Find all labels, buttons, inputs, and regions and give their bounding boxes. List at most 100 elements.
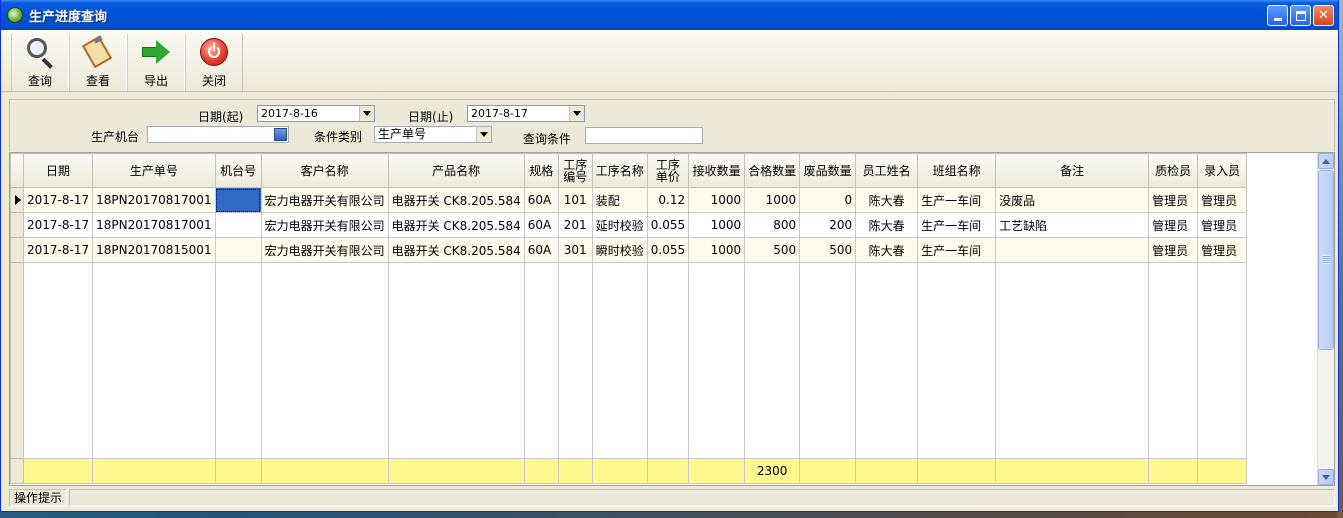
cell-remark[interactable] bbox=[995, 237, 1150, 263]
col-header-scrap-qty[interactable]: 废品数量 bbox=[799, 153, 857, 188]
cell-date[interactable]: 2017-8-17 bbox=[22, 187, 94, 213]
cell-spec[interactable]: 60A bbox=[523, 237, 559, 263]
date-start-picker[interactable]: 2017-8-16 bbox=[257, 105, 375, 122]
chevron-down-icon[interactable] bbox=[359, 106, 374, 121]
cell-customer[interactable]: 宏力电器开关有限公司 bbox=[260, 212, 389, 238]
col-header-customer[interactable]: 客户名称 bbox=[260, 153, 389, 188]
cell-unit-price[interactable]: 0.055 bbox=[646, 212, 690, 238]
col-header-inspector[interactable]: 质检员 bbox=[1148, 153, 1199, 188]
date-end-picker[interactable]: 2017-8-17 bbox=[467, 105, 585, 122]
cell-inspector[interactable]: 管理员 bbox=[1148, 237, 1199, 263]
cell-entered-by[interactable]: 管理员 bbox=[1197, 187, 1248, 213]
cell-remark[interactable]: 没废品 bbox=[995, 187, 1150, 213]
cell-machine-no[interactable] bbox=[214, 212, 262, 238]
cell-product[interactable]: 电器开关 CK8.205.584 bbox=[387, 187, 525, 213]
cell-customer[interactable]: 宏力电器开关有限公司 bbox=[260, 187, 389, 213]
cell-team[interactable]: 生产一车间 bbox=[917, 187, 997, 213]
cell-inspector[interactable]: 管理员 bbox=[1148, 187, 1199, 213]
col-header-team[interactable]: 班组名称 bbox=[917, 153, 997, 188]
col-header-received-qty[interactable]: 接收数量 bbox=[688, 153, 746, 188]
minimize-button[interactable] bbox=[1267, 5, 1288, 26]
cell-received-qty[interactable]: 1000 bbox=[688, 237, 746, 263]
col-header-employee[interactable]: 员工姓名 bbox=[855, 153, 919, 188]
row-indicator[interactable] bbox=[10, 237, 24, 263]
table-row[interactable]: 2017-8-17 18PN20170815001 宏力电器开关有限公司 电器开… bbox=[10, 237, 1248, 263]
table-row[interactable]: 2017-8-17 18PN20170817001 宏力电器开关有限公司 电器开… bbox=[10, 212, 1248, 238]
cell-order-no[interactable]: 18PN20170817001 bbox=[92, 212, 216, 238]
cell-employee[interactable]: 陈大春 bbox=[855, 187, 919, 213]
picker-icon[interactable] bbox=[274, 128, 287, 141]
cell-unit-price[interactable]: 0.055 bbox=[646, 237, 690, 263]
cell-scrap-qty[interactable]: 500 bbox=[799, 237, 857, 263]
maximize-button[interactable] bbox=[1290, 5, 1311, 26]
cell-order-no[interactable]: 18PN20170817001 bbox=[92, 187, 216, 213]
cell-team[interactable]: 生产一车间 bbox=[917, 237, 997, 263]
cell-process-name[interactable]: 瞬时校验 bbox=[591, 237, 648, 263]
col-header-process-name[interactable]: 工序名称 bbox=[591, 153, 648, 188]
cell-qualified-qty[interactable]: 500 bbox=[744, 237, 801, 263]
cell-qualified-qty[interactable]: 1000 bbox=[744, 187, 801, 213]
scroll-up-button[interactable] bbox=[1318, 153, 1334, 169]
col-header-process-no[interactable]: 工序 编号 bbox=[557, 153, 593, 188]
cell-scrap-qty[interactable]: 200 bbox=[799, 212, 857, 238]
cell-remark[interactable]: 工艺缺陷 bbox=[995, 212, 1150, 238]
vertical-scrollbar[interactable] bbox=[1317, 153, 1334, 485]
close-button[interactable]: 关闭 bbox=[185, 34, 243, 91]
view-button[interactable]: 查看 bbox=[69, 34, 127, 91]
total-cell bbox=[523, 458, 559, 484]
cell-machine-no[interactable] bbox=[214, 187, 262, 213]
cell-employee[interactable]: 陈大春 bbox=[855, 237, 919, 263]
col-header-qualified-qty[interactable]: 合格数量 bbox=[744, 153, 801, 188]
scroll-down-button[interactable] bbox=[1318, 469, 1334, 485]
cell-product[interactable]: 电器开关 CK8.205.584 bbox=[387, 212, 525, 238]
cell-employee[interactable]: 陈大春 bbox=[855, 212, 919, 238]
cell-team[interactable]: 生产一车间 bbox=[917, 212, 997, 238]
col-header-remark[interactable]: 备注 bbox=[995, 153, 1150, 188]
cell-spec[interactable]: 60A bbox=[523, 187, 559, 213]
cell-spec[interactable]: 60A bbox=[523, 212, 559, 238]
cell-scrap-qty[interactable]: 0 bbox=[799, 187, 857, 213]
cell-entered-by[interactable]: 管理员 bbox=[1197, 237, 1248, 263]
cell-inspector[interactable]: 管理员 bbox=[1148, 212, 1199, 238]
grip-icon bbox=[1323, 255, 1330, 264]
row-indicator[interactable] bbox=[10, 212, 24, 238]
cell-date[interactable]: 2017-8-17 bbox=[22, 237, 94, 263]
col-header-product[interactable]: 产品名称 bbox=[387, 153, 525, 188]
cell-date[interactable]: 2017-8-17 bbox=[22, 212, 94, 238]
close-window-button[interactable]: ✕ bbox=[1313, 5, 1334, 26]
table-row[interactable]: 2017-8-17 18PN20170817001 宏力电器开关有限公司 电器开… bbox=[10, 187, 1248, 213]
cell-process-name[interactable]: 延时校验 bbox=[591, 212, 648, 238]
export-button[interactable]: 导出 bbox=[127, 34, 185, 91]
col-header-date[interactable]: 日期 bbox=[22, 153, 94, 188]
cell-process-no[interactable]: 301 bbox=[557, 237, 593, 263]
chevron-down-icon[interactable] bbox=[569, 106, 584, 121]
condition-type-value: 生产单号 bbox=[378, 127, 427, 141]
cell-entered-by[interactable]: 管理员 bbox=[1197, 212, 1248, 238]
col-header-machine-no[interactable]: 机台号 bbox=[214, 153, 262, 188]
title-bar[interactable]: 生产进度查询 ✕ bbox=[1, 0, 1338, 30]
cell-process-no[interactable]: 201 bbox=[557, 212, 593, 238]
chevron-down-icon[interactable] bbox=[476, 127, 491, 142]
col-header-spec[interactable]: 规格 bbox=[523, 153, 559, 188]
condition-input[interactable] bbox=[585, 127, 703, 144]
col-header-order-no[interactable]: 生产单号 bbox=[92, 153, 216, 188]
cell-received-qty[interactable]: 1000 bbox=[688, 212, 746, 238]
cell-customer[interactable]: 宏力电器开关有限公司 bbox=[260, 237, 389, 263]
data-grid[interactable]: 日期 生产单号 机台号 客户名称 产品名称 规格 工序 编号 工序名称 工序 单价 … bbox=[9, 152, 1335, 486]
query-button[interactable]: 查询 bbox=[11, 34, 69, 91]
cell-received-qty[interactable]: 1000 bbox=[688, 187, 746, 213]
col-header-entered-by[interactable]: 录入员 bbox=[1197, 153, 1248, 188]
empty-cell bbox=[917, 262, 997, 459]
cell-qualified-qty[interactable]: 800 bbox=[744, 212, 801, 238]
machine-input[interactable] bbox=[147, 126, 289, 143]
scroll-thumb[interactable] bbox=[1318, 170, 1334, 350]
cell-process-name[interactable]: 装配 bbox=[591, 187, 648, 213]
cell-machine-no[interactable] bbox=[214, 237, 262, 263]
cell-order-no[interactable]: 18PN20170815001 bbox=[92, 237, 216, 263]
cell-unit-price[interactable]: 0.12 bbox=[646, 187, 690, 213]
condition-type-select[interactable]: 生产单号 bbox=[374, 126, 492, 143]
cell-product[interactable]: 电器开关 CK8.205.584 bbox=[387, 237, 525, 263]
cell-process-no[interactable]: 101 bbox=[557, 187, 593, 213]
row-indicator[interactable] bbox=[10, 187, 24, 213]
col-header-unit-price[interactable]: 工序 单价 bbox=[646, 153, 690, 188]
